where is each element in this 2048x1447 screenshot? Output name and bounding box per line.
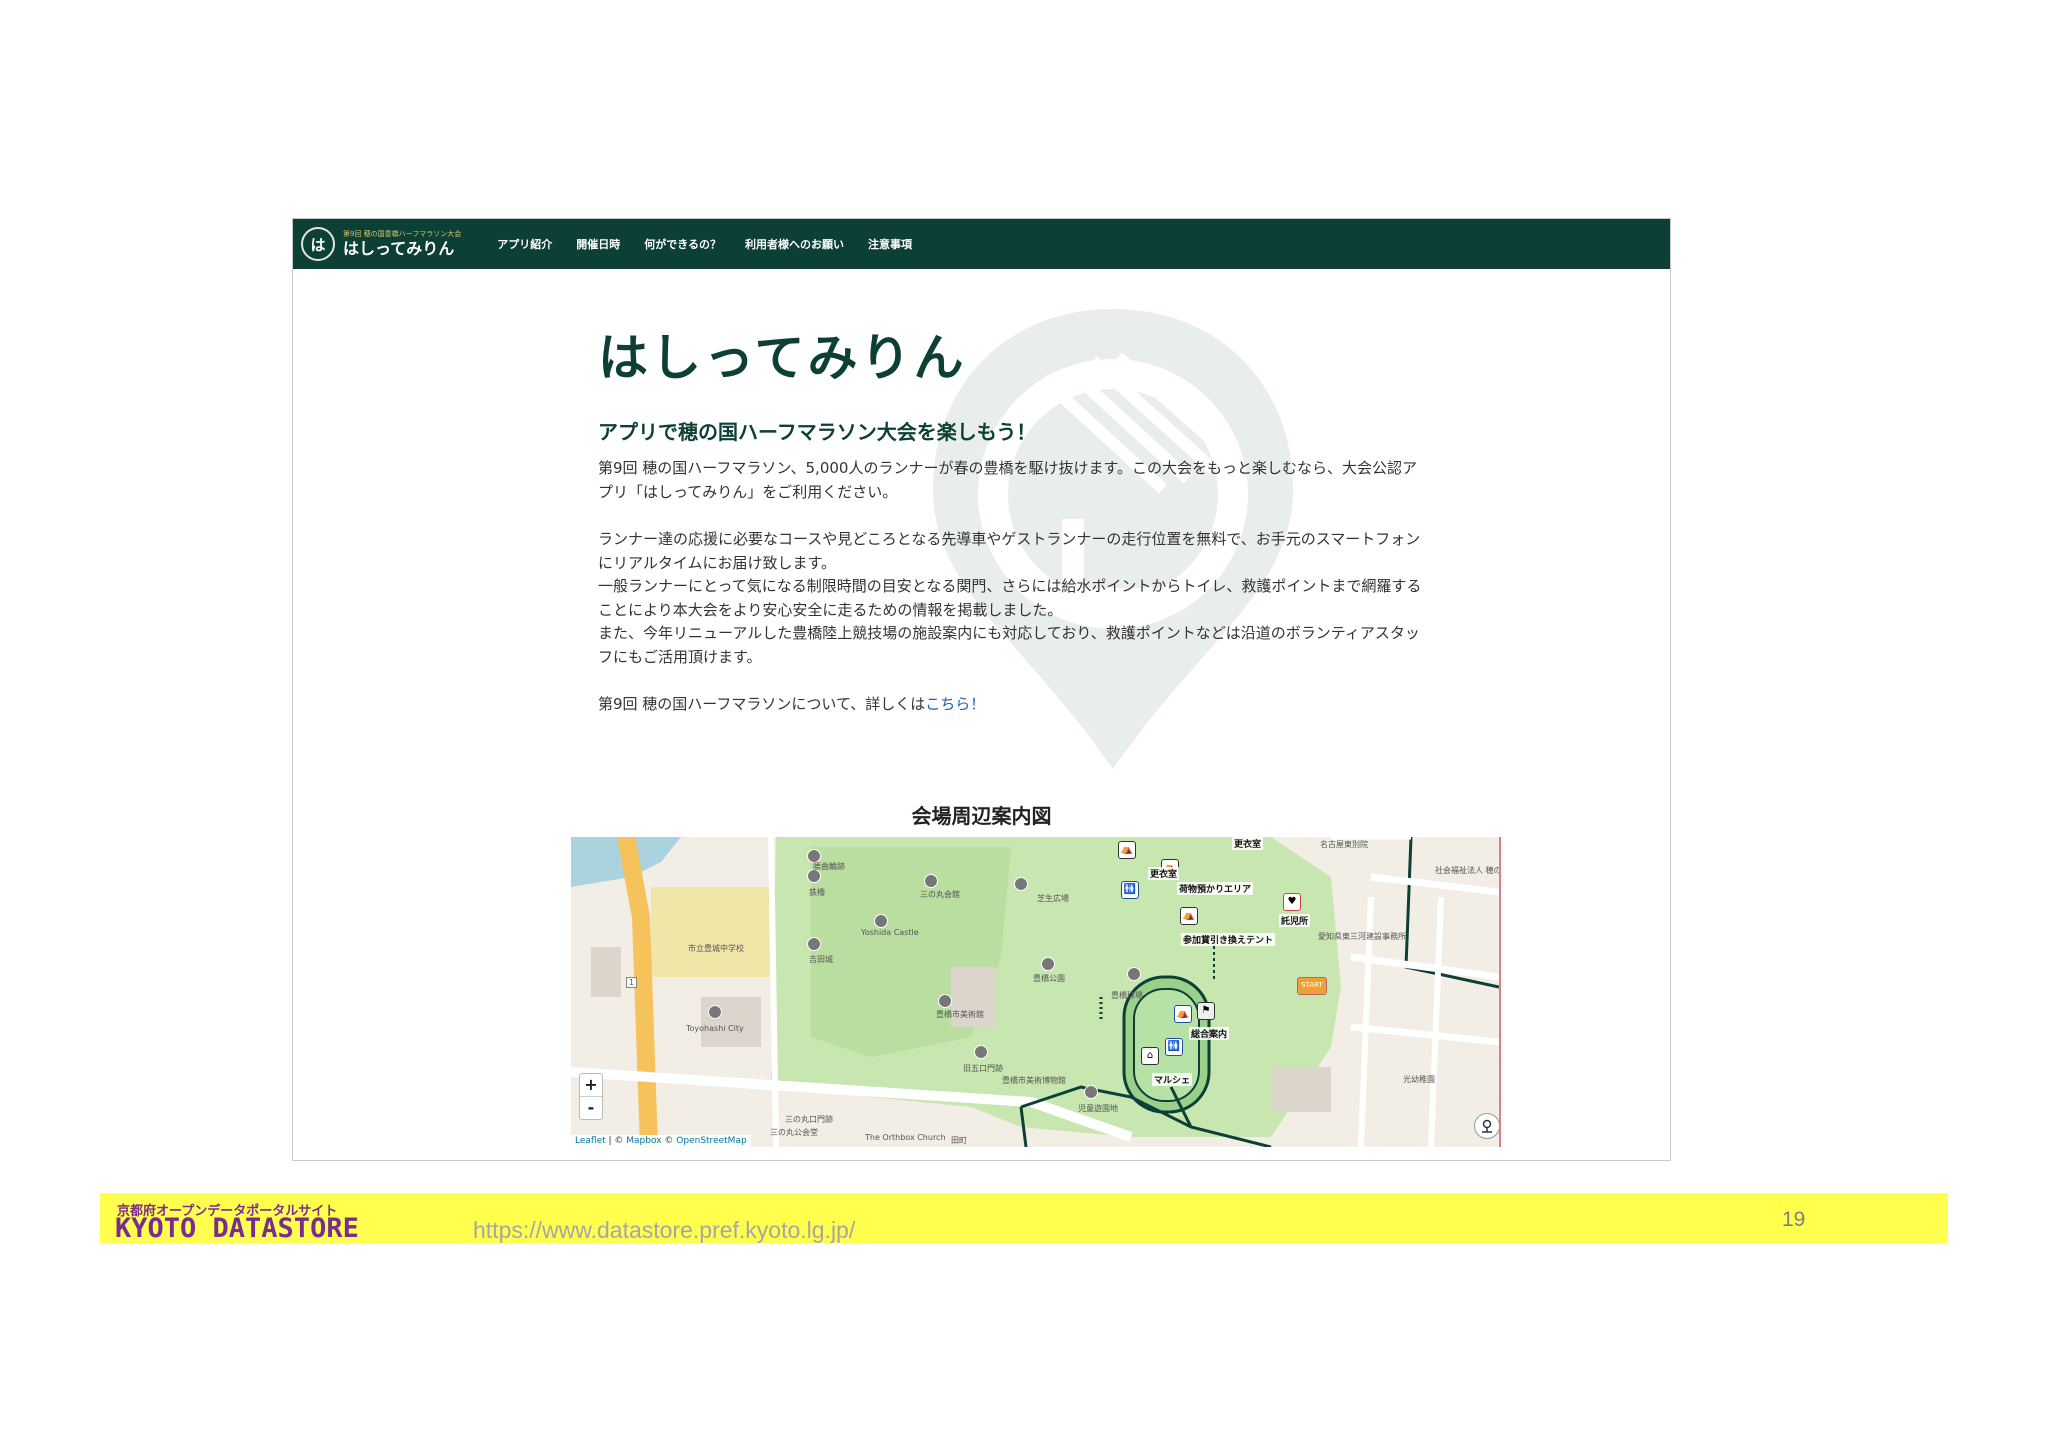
footer-url[interactable]: https://www.datastore.pref.kyoto.lg.jp/ bbox=[473, 1217, 855, 1244]
place-name: 児童遊園地 bbox=[1078, 1104, 1118, 1113]
feature-paragraph-3: また、今年リニューアルした豊橋陸上競技場の施設案内にも対応しており、救護ポイント… bbox=[598, 624, 1420, 666]
brand-logo[interactable]: は 第9回 穂の国豊橋ハーフマラソン大会 はしってみりん bbox=[301, 227, 461, 261]
nav-item-features[interactable]: 何ができるの？ bbox=[644, 236, 721, 252]
place-name: 吉田城 bbox=[809, 955, 833, 964]
nursery-icon[interactable]: ♥ bbox=[1283, 893, 1301, 911]
place-name: 名古屋東別院 bbox=[1320, 840, 1368, 849]
map-title: 会場周辺案内図 bbox=[911, 804, 1052, 828]
toilet-icon[interactable]: 🚻 bbox=[1121, 881, 1139, 899]
more-info-link[interactable]: こちら！ bbox=[925, 695, 985, 713]
poi-icon[interactable] bbox=[974, 1045, 988, 1059]
hero-subtitle: アプリで穂の国ハーフマラソン大会を楽しもう！ bbox=[598, 420, 1037, 444]
map-label-nursery: 託児所 bbox=[1279, 914, 1311, 927]
tent-icon[interactable]: ⛺ bbox=[1180, 907, 1198, 925]
place-name: 光幼稚園 bbox=[1403, 1075, 1435, 1084]
locate-icon bbox=[1482, 1119, 1492, 1133]
place-name: 鉄櫓 bbox=[809, 888, 825, 897]
map-label-changing-room-2: 更衣室 bbox=[1148, 867, 1180, 880]
marche-icon[interactable]: ⌂ bbox=[1141, 1047, 1159, 1065]
start-flag-icon[interactable]: ⚑ bbox=[1197, 1002, 1215, 1020]
zoom-in-button[interactable]: + bbox=[580, 1074, 602, 1096]
place-name: 芝生広場 bbox=[1037, 894, 1069, 903]
map-label-luggage: 荷物預かりエリア bbox=[1177, 882, 1254, 895]
attribution-separator-2: © bbox=[661, 1136, 677, 1146]
brand-text: 第9回 穂の国豊橋ハーフマラソン大会 はしってみりん bbox=[343, 231, 461, 257]
page-number: 19 bbox=[1782, 1208, 1806, 1231]
osm-link[interactable]: OpenStreetMap bbox=[676, 1136, 746, 1146]
map-label-info: 総合案内 bbox=[1189, 1027, 1230, 1040]
place-name: 豊橋市美術館 bbox=[936, 1010, 984, 1019]
poi-icon[interactable] bbox=[1014, 877, 1028, 891]
more-info-text: 第9回 穂の国ハーフマラソンについて、詳しくは bbox=[598, 695, 926, 713]
attribution-separator: | © bbox=[605, 1136, 627, 1146]
feature-paragraph-1: ランナー達の応援に必要なコースや見どころとなる先導車やゲストランナーの走行位置を… bbox=[598, 530, 1421, 572]
feature-paragraph-2: 一般ランナーにとって気になる制限時間の目安となる関門、さらには給水ポイントからト… bbox=[598, 577, 1422, 619]
brand-logo-icon: は bbox=[301, 227, 335, 261]
hero-title: はしってみりん bbox=[598, 329, 967, 387]
more-info-line: 第9回 穂の国ハーフマラソンについて、詳しくはこちら！ bbox=[598, 693, 1428, 717]
poi-icon[interactable] bbox=[938, 994, 952, 1008]
poi-icon[interactable] bbox=[874, 914, 888, 928]
place-name: 三の丸口門跡 bbox=[785, 1115, 833, 1124]
nav-item-requests[interactable]: 利用者様へのお願い bbox=[745, 236, 844, 252]
zoom-control: + - bbox=[579, 1073, 603, 1120]
place-name: Toyohashi City bbox=[686, 1024, 744, 1033]
place-name: The Orthbox Church bbox=[865, 1133, 946, 1142]
poi-icon[interactable] bbox=[807, 937, 821, 951]
poi-icon[interactable] bbox=[708, 1005, 722, 1019]
place-name: Yoshida Castle bbox=[861, 928, 919, 937]
intro-paragraph: 第9回 穂の国ハーフマラソン、5,000人のランナーが春の豊橋を駆け抜けます。こ… bbox=[598, 459, 1417, 501]
place-name: 豊橋市美術博物館 bbox=[1002, 1076, 1066, 1085]
place-name: 市立豊城中学校 bbox=[688, 944, 744, 953]
nav-item-notes[interactable]: 注意事項 bbox=[868, 236, 912, 252]
place-name: 豊橋公園 bbox=[1033, 974, 1065, 983]
leaflet-link[interactable]: Leaflet bbox=[575, 1136, 606, 1146]
route-shield: 1 bbox=[626, 977, 638, 988]
locate-button[interactable] bbox=[1474, 1113, 1499, 1139]
map-tiles bbox=[571, 837, 1499, 1147]
place-name: 旧五口門跡 bbox=[963, 1064, 1003, 1073]
info-tent-icon[interactable]: ⛺ bbox=[1174, 1005, 1192, 1023]
poi-icon[interactable] bbox=[1084, 1085, 1098, 1099]
start-flag-icon[interactable]: START bbox=[1297, 977, 1327, 995]
kyoto-datastore-logo: KYOTO DATASTORE bbox=[115, 1213, 359, 1244]
place-name: 腰曲輪跡 bbox=[813, 862, 845, 871]
map-attribution: Leaflet | © Mapbox © OpenStreetMap bbox=[571, 1135, 751, 1147]
map-label-changing-room: 更衣室 bbox=[1232, 837, 1264, 850]
place-name: 田町 bbox=[951, 1136, 967, 1145]
place-name: 社会福祉法人 穂の国保育 bbox=[1435, 866, 1501, 875]
toilet-icon[interactable]: 🚻 bbox=[1165, 1038, 1183, 1056]
brand-name: はしってみりん bbox=[343, 239, 455, 258]
place-name: 愛知県東三河建設事務所 bbox=[1318, 932, 1406, 941]
poi-icon[interactable] bbox=[1127, 967, 1141, 981]
nav-item-app-intro[interactable]: アプリ紹介 bbox=[497, 236, 552, 252]
map-label-tent: 参加賞引き換えテント bbox=[1181, 933, 1276, 946]
footer-bar bbox=[100, 1193, 1948, 1243]
website-screenshot: は 第9回 穂の国豊橋ハーフマラソン大会 はしってみりん アプリ紹介 開催日時 … bbox=[292, 218, 1671, 1161]
zoom-out-button[interactable]: - bbox=[580, 1096, 602, 1119]
poi-icon[interactable] bbox=[924, 874, 938, 888]
nav-item-schedule[interactable]: 開催日時 bbox=[576, 236, 620, 252]
poi-icon[interactable] bbox=[1041, 957, 1055, 971]
place-name: 豊橋球場 bbox=[1111, 991, 1143, 1000]
hero-section: はしってみりん アプリで穂の国ハーフマラソン大会を楽しもう！ 第9回 穂の国ハー… bbox=[598, 331, 1428, 717]
map-label-marche: マルシェ bbox=[1152, 1073, 1193, 1086]
place-name: 三の丸会館 bbox=[920, 890, 960, 899]
site-navbar: は 第9回 穂の国豊橋ハーフマラソン大会 はしってみりん アプリ紹介 開催日時 … bbox=[293, 219, 1670, 269]
venue-map[interactable]: ⛺ ⛺ 🚻 ♥ ⛺ ⚑ ⛺ 🚻 ⌂ START 更衣室 更衣室 荷物預かりエリア… bbox=[571, 837, 1501, 1147]
brand-tagline: 第9回 穂の国豊橋ハーフマラソン大会 bbox=[343, 230, 462, 238]
mapbox-link[interactable]: Mapbox bbox=[626, 1136, 661, 1146]
place-name: 三の丸公会堂 bbox=[770, 1128, 818, 1137]
tent-icon[interactable]: ⛺ bbox=[1118, 841, 1136, 859]
